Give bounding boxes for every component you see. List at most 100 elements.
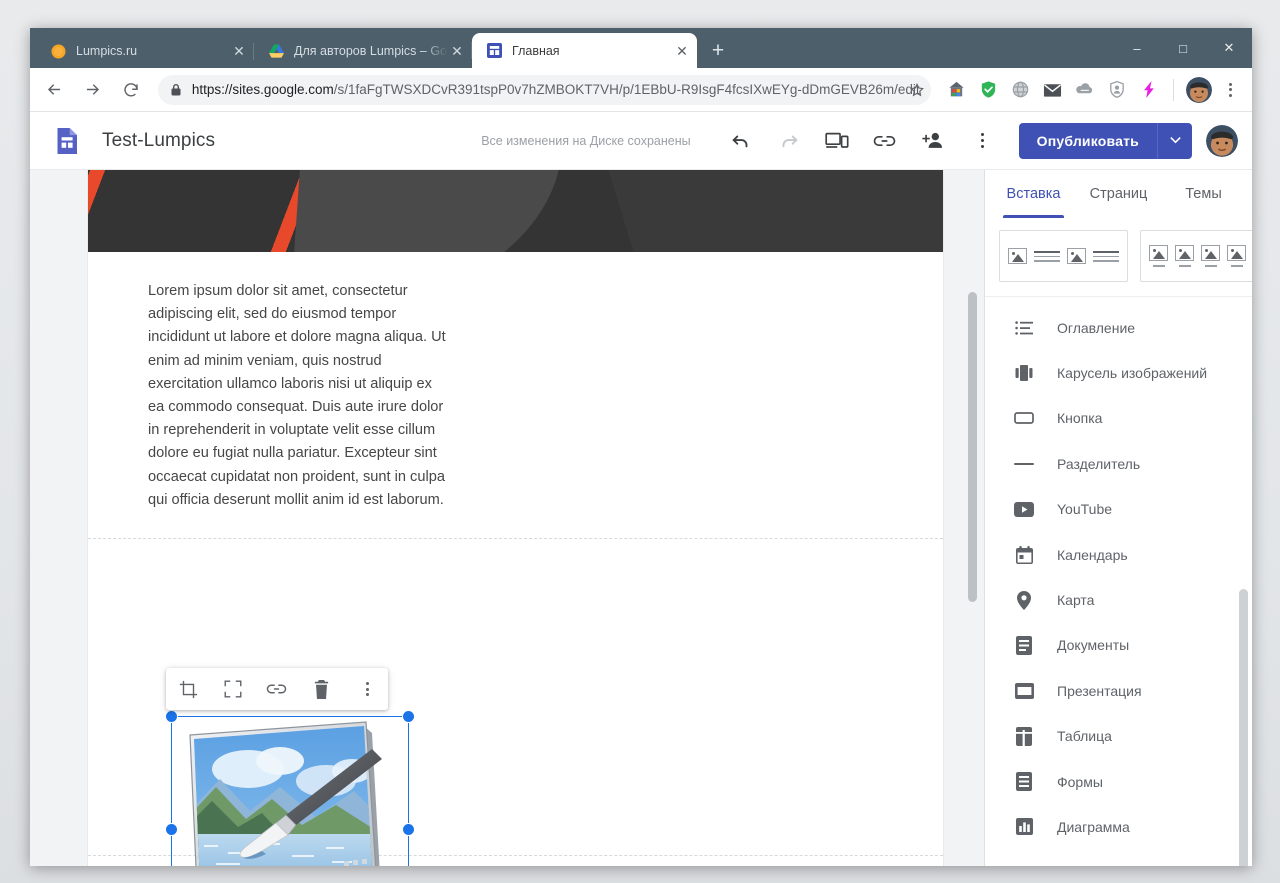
map-pin-icon bbox=[1013, 589, 1035, 611]
forms-icon bbox=[1013, 771, 1035, 793]
envelope-icon[interactable] bbox=[1040, 77, 1066, 103]
insert-item-map[interactable]: Карта bbox=[985, 577, 1252, 622]
insert-item-calendar[interactable]: Календарь bbox=[985, 532, 1252, 577]
forward-button[interactable] bbox=[78, 75, 108, 105]
docs-icon bbox=[1013, 634, 1035, 656]
insert-item-label: Календарь bbox=[1057, 546, 1128, 563]
image-placeholder-icon bbox=[1067, 248, 1086, 264]
insert-item-chart[interactable]: Диаграмма bbox=[985, 804, 1252, 849]
insert-item-divider[interactable]: Разделитель bbox=[985, 441, 1252, 486]
insert-item-toc[interactable]: Оглавление bbox=[985, 305, 1252, 350]
tab-label: Вставка bbox=[1006, 186, 1061, 202]
globe-icon[interactable] bbox=[1008, 77, 1034, 103]
browser-tab-glavnaya[interactable]: Главная ✕ bbox=[471, 33, 697, 68]
insert-item-label: Кнопка bbox=[1057, 410, 1103, 427]
person-shield-icon[interactable] bbox=[1104, 77, 1130, 103]
preview-button[interactable] bbox=[816, 120, 858, 162]
more-options-button[interactable] bbox=[960, 120, 1002, 162]
layout-two-image-text[interactable] bbox=[999, 230, 1128, 282]
publish-label: Опубликовать bbox=[1036, 132, 1139, 149]
account-avatar[interactable] bbox=[1206, 124, 1238, 157]
crop-icon[interactable] bbox=[171, 672, 205, 706]
resize-handle-top-left[interactable] bbox=[165, 710, 178, 723]
insert-item-docs[interactable]: Документы bbox=[985, 623, 1252, 668]
chevron-down-icon[interactable] bbox=[1158, 137, 1192, 144]
close-icon[interactable]: ✕ bbox=[230, 42, 248, 60]
banner-image[interactable] bbox=[88, 170, 943, 252]
redo-button[interactable] bbox=[768, 120, 810, 162]
resize-handle-top-right[interactable] bbox=[402, 710, 415, 723]
page-canvas[interactable]: Lorem ipsum dolor sit amet, consectetur … bbox=[30, 170, 984, 866]
canvas-scrollbar[interactable] bbox=[968, 292, 977, 602]
table-of-contents-icon bbox=[1013, 317, 1035, 339]
green-shield-icon[interactable] bbox=[976, 77, 1002, 103]
close-icon[interactable]: ✕ bbox=[673, 42, 691, 60]
reload-button[interactable] bbox=[116, 75, 146, 105]
image-more-button[interactable] bbox=[349, 672, 383, 706]
minimize-button[interactable]: – bbox=[1114, 28, 1160, 68]
copy-link-button[interactable] bbox=[864, 120, 906, 162]
browser-tab-lumpics[interactable]: Lumpics.ru ✕ bbox=[36, 34, 254, 68]
new-tab-button[interactable]: + bbox=[703, 35, 733, 65]
google-sites-icon bbox=[486, 43, 502, 59]
panel-tabs: Вставка Страниц Темы bbox=[985, 170, 1252, 218]
insert-item-button[interactable]: Кнопка bbox=[985, 396, 1252, 441]
chrome-menu-button[interactable] bbox=[1220, 77, 1242, 103]
image-placeholder-icon bbox=[1201, 245, 1220, 261]
insert-item-label: Разделитель bbox=[1057, 455, 1141, 472]
trash-icon[interactable] bbox=[304, 672, 338, 706]
insert-link-icon[interactable] bbox=[260, 672, 294, 706]
insert-item-slides[interactable]: Презентация bbox=[985, 668, 1252, 713]
insert-panel: Вставка Страниц Темы Оглавление Карусель… bbox=[984, 170, 1252, 866]
resize-handle-middle-left[interactable] bbox=[165, 823, 178, 836]
browser-tab-strip: Lumpics.ru ✕ Для авторов Lumpics – Googl… bbox=[30, 28, 1252, 68]
close-window-button[interactable]: ✕ bbox=[1206, 28, 1252, 68]
browser-tab-drive[interactable]: Для авторов Lumpics – Google Д ✕ bbox=[253, 34, 472, 68]
back-button[interactable] bbox=[40, 75, 70, 105]
caption-line bbox=[1152, 265, 1165, 267]
address-bar[interactable]: https://sites.google.com/s/1faFgTWSXDCvR… bbox=[157, 74, 932, 105]
panel-scrollbar[interactable] bbox=[1239, 589, 1248, 866]
chart-icon bbox=[1013, 816, 1035, 838]
insert-item-forms[interactable]: Формы bbox=[985, 759, 1252, 804]
expand-icon[interactable] bbox=[216, 672, 250, 706]
tab-stranitsy[interactable]: Страниц bbox=[1076, 170, 1161, 218]
maximize-button[interactable]: □ bbox=[1160, 28, 1206, 68]
resize-handle-middle-right[interactable] bbox=[402, 823, 415, 836]
insert-item-youtube[interactable]: YouTube bbox=[985, 487, 1252, 532]
tab-label: Темы bbox=[1185, 186, 1222, 202]
insert-item-carousel[interactable]: Карусель изображений bbox=[985, 350, 1252, 395]
undo-button[interactable] bbox=[720, 120, 762, 162]
google-drive-icon bbox=[268, 43, 284, 59]
profile-avatar[interactable] bbox=[1185, 76, 1212, 103]
body-text-block[interactable]: Lorem ipsum dolor sit amet, consectetur … bbox=[88, 252, 508, 512]
insert-item-label: Таблица bbox=[1057, 728, 1112, 745]
tab-vstavka[interactable]: Вставка bbox=[991, 170, 1076, 218]
close-icon[interactable]: ✕ bbox=[448, 42, 466, 60]
selected-image[interactable] bbox=[165, 710, 415, 866]
toolbar-divider bbox=[1172, 78, 1174, 101]
share-button[interactable] bbox=[912, 120, 954, 162]
gray-cloud-icon[interactable] bbox=[1072, 77, 1098, 103]
insert-item-label: Карусель изображений bbox=[1057, 365, 1208, 382]
url-path: /s/1faFgTWSXDCvR391tspP0v7hZMBOKT7VH/p/1… bbox=[333, 82, 920, 97]
insert-item-sheets[interactable]: Таблица bbox=[985, 714, 1252, 759]
pink-lightning-icon[interactable] bbox=[1136, 77, 1162, 103]
image-context-toolbar bbox=[166, 668, 388, 710]
house-colorful-icon[interactable] bbox=[944, 77, 970, 103]
lock-icon bbox=[170, 83, 182, 96]
caption-line bbox=[1178, 265, 1191, 267]
tab-label: Страниц bbox=[1089, 186, 1148, 202]
layout-four-images[interactable] bbox=[1140, 230, 1252, 282]
tab-title: Lumpics.ru bbox=[76, 44, 138, 58]
image-with-caption bbox=[1201, 245, 1220, 267]
tab-temy[interactable]: Темы bbox=[1161, 170, 1246, 218]
image-with-caption bbox=[1175, 245, 1194, 267]
image-placeholder-icon bbox=[1227, 245, 1246, 261]
image-placeholder-icon bbox=[1149, 245, 1168, 261]
image-placeholder-icon bbox=[1175, 245, 1194, 261]
publish-button[interactable]: Опубликовать bbox=[1018, 122, 1192, 159]
insert-item-label: Карта bbox=[1057, 592, 1095, 609]
button-icon bbox=[1013, 407, 1035, 429]
bookmark-star-icon[interactable] bbox=[903, 76, 931, 104]
